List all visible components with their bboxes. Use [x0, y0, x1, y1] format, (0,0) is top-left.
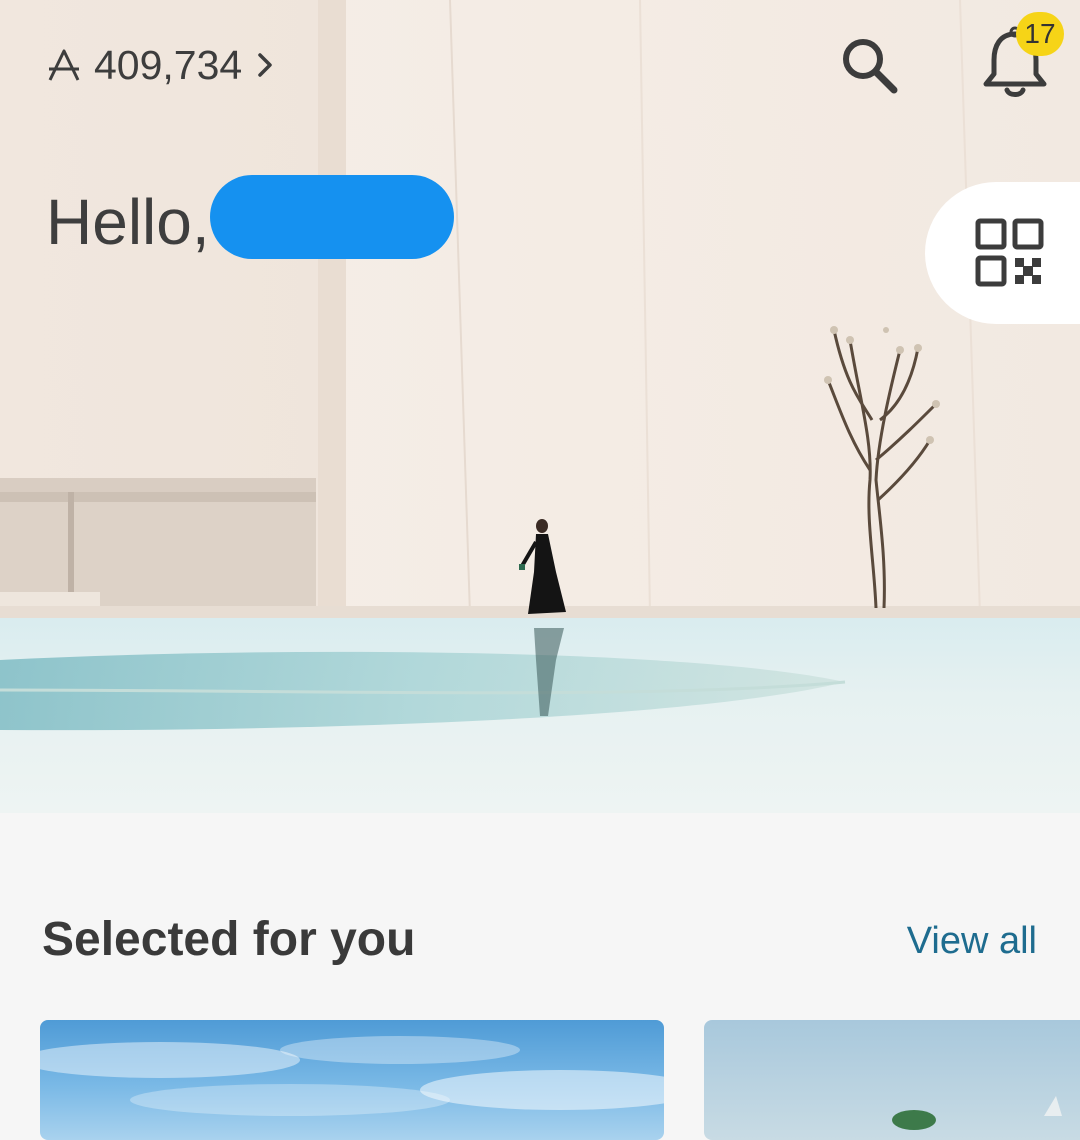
selected-for-you-title: Selected for you [42, 913, 416, 966]
chevron-right-icon [258, 53, 272, 77]
points-currency-icon [48, 49, 80, 81]
hero-scene-image [0, 0, 1080, 813]
greeting-text: Hello, [46, 186, 210, 258]
offer-card-image [40, 1036, 664, 1116]
offer-card[interactable] [40, 1020, 664, 1140]
notification-count-badge: 17 [1016, 12, 1064, 56]
redacted-user-name [210, 175, 454, 259]
qr-code-button[interactable] [925, 182, 1080, 324]
qr-code-icon [975, 218, 1044, 287]
search-icon[interactable] [838, 34, 900, 96]
hero-banner: 409,734 17 Hello, [0, 0, 1080, 813]
offer-card-image [892, 1096, 1062, 1130]
view-all-link[interactable]: View all [907, 920, 1037, 963]
offer-card[interactable] [704, 1020, 1080, 1140]
points-balance[interactable]: 409,734 [46, 40, 274, 90]
points-balance-value: 409,734 [94, 41, 243, 88]
